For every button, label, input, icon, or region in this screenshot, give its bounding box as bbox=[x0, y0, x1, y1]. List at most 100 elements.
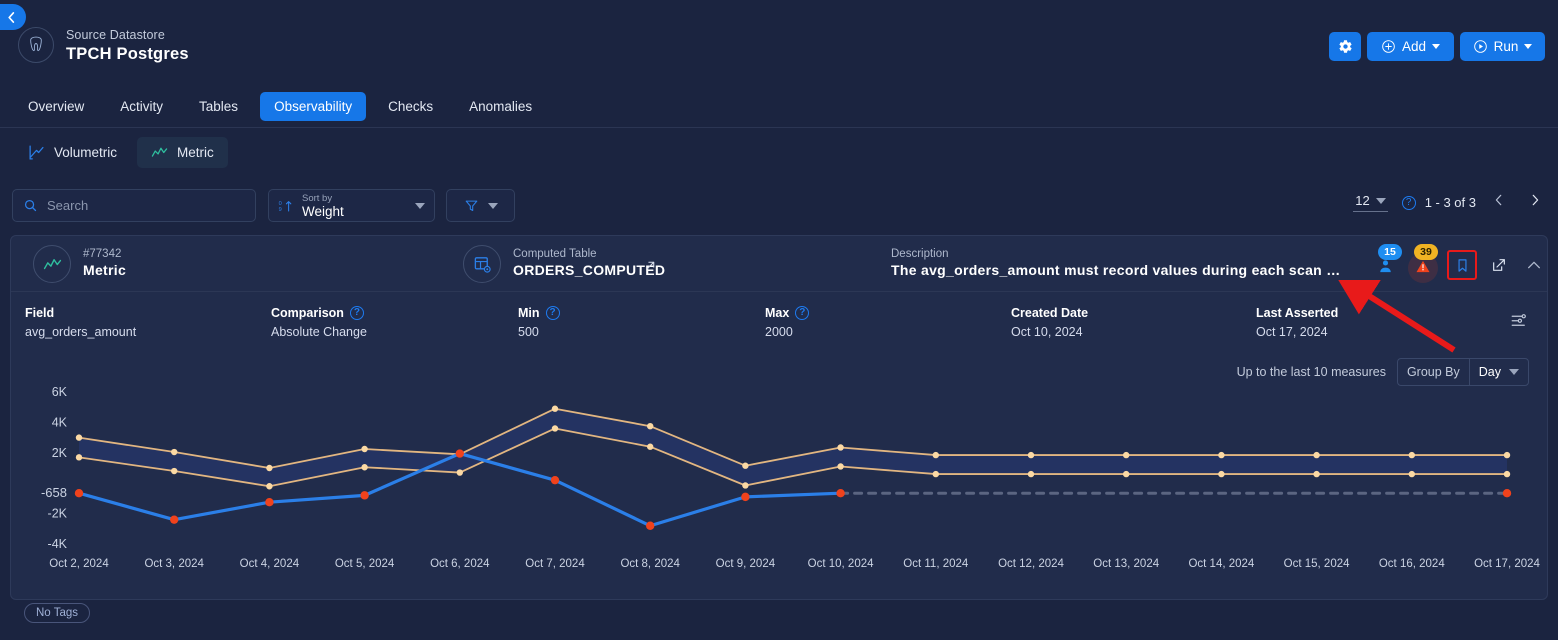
person-icon bbox=[1380, 260, 1391, 273]
metric-chart-icon bbox=[43, 258, 61, 269]
help-icon[interactable]: ? bbox=[349, 306, 364, 320]
x-axis-tick: Oct 15, 2024 bbox=[1283, 558, 1350, 570]
x-axis-tick: Oct 14, 2024 bbox=[1188, 558, 1255, 570]
top-bar: Source Datastore TPCH Postgres Add Run bbox=[0, 0, 1558, 82]
warning-triangle-icon bbox=[1416, 260, 1430, 273]
pagination-range: 1 - 3 of 3 bbox=[1424, 195, 1476, 210]
computed-table-icon bbox=[474, 256, 491, 273]
header-divider bbox=[0, 127, 1558, 128]
settings-button[interactable] bbox=[1329, 32, 1361, 61]
metric-card-header: #77342 Metric Computed Table ORDERS_COMP… bbox=[11, 236, 1547, 292]
play-circle-icon bbox=[1473, 40, 1487, 53]
detail-comparison-value: Absolute Change bbox=[271, 325, 367, 339]
detail-last-asserted-value: Oct 17, 2024 bbox=[1256, 325, 1328, 339]
plus-circle-icon bbox=[1382, 40, 1395, 53]
subtab-metric[interactable]: Metric bbox=[137, 137, 228, 168]
volumetric-chart-icon bbox=[29, 145, 44, 160]
x-axis-tick: Oct 16, 2024 bbox=[1378, 558, 1445, 570]
page-size-value: 12 bbox=[1355, 193, 1370, 208]
x-axis-tick: Oct 12, 2024 bbox=[998, 558, 1064, 570]
open-table-link[interactable] bbox=[644, 259, 657, 277]
chart-canvas: 6K 4K 2K -658 -2K -4K bbox=[41, 385, 1512, 551]
x-axis-tick: Oct 2, 2024 bbox=[49, 558, 109, 570]
detail-created-date-label: Created Date bbox=[1011, 306, 1089, 320]
tab-checks[interactable]: Checks bbox=[374, 92, 447, 121]
chevron-down-icon bbox=[1432, 44, 1441, 49]
run-button-label: Run bbox=[1493, 39, 1519, 54]
sort-icon: 0 9 bbox=[279, 200, 292, 213]
run-button[interactable]: Run bbox=[1460, 32, 1545, 61]
sliders-icon bbox=[1511, 314, 1526, 326]
chevron-down-icon bbox=[1509, 369, 1519, 375]
detail-min: Min ? 500 bbox=[518, 306, 560, 339]
detail-field-value: avg_orders_amount bbox=[25, 325, 137, 339]
detail-field: Field avg_orders_amount bbox=[25, 306, 136, 339]
chart-settings-button[interactable] bbox=[1507, 308, 1531, 332]
detail-last-asserted: Last Asserted Oct 17, 2024 bbox=[1256, 306, 1338, 339]
subtab-volumetric[interactable]: Volumetric bbox=[14, 137, 131, 168]
svg-text:2K: 2K bbox=[52, 446, 68, 460]
help-icon[interactable]: ? bbox=[795, 306, 810, 320]
edit-icon bbox=[1493, 259, 1505, 271]
page-size-select[interactable]: 12 bbox=[1353, 193, 1388, 212]
svg-text:-658: -658 bbox=[41, 485, 67, 500]
computed-table-label: Computed Table bbox=[513, 248, 597, 260]
detail-last-asserted-label: Last Asserted bbox=[1256, 306, 1339, 320]
add-button[interactable]: Add bbox=[1367, 32, 1454, 61]
bookmark-button[interactable] bbox=[1447, 250, 1477, 280]
datastore-avatar bbox=[18, 27, 54, 63]
back-button[interactable] bbox=[0, 4, 26, 30]
observability-page: Source Datastore TPCH Postgres Add Run O… bbox=[0, 0, 1558, 640]
sort-by-select[interactable]: 0 9 Sort by Weight bbox=[268, 189, 435, 222]
tags-chip[interactable]: No Tags bbox=[24, 603, 90, 623]
description-value: The avg_orders_amount must record values… bbox=[891, 262, 1346, 278]
svg-text:-4K: -4K bbox=[48, 537, 68, 551]
pagination-next-button[interactable] bbox=[1528, 193, 1542, 212]
detail-max: Max ? 2000 bbox=[765, 306, 810, 339]
metric-type-avatar bbox=[33, 245, 71, 283]
filter-button[interactable] bbox=[446, 189, 515, 222]
metric-card: #77342 Metric Computed Table ORDERS_COMP… bbox=[10, 235, 1548, 600]
tab-overview[interactable]: Overview bbox=[14, 92, 98, 121]
collapse-card-button[interactable] bbox=[1521, 250, 1547, 280]
chevron-down-icon bbox=[1375, 197, 1386, 204]
x-axis-tick: Oct 3, 2024 bbox=[144, 558, 204, 570]
datastore-heading: Source Datastore TPCH Postgres bbox=[66, 28, 189, 64]
x-axis-tick: Oct 11, 2024 bbox=[903, 558, 969, 570]
edit-button[interactable] bbox=[1486, 250, 1512, 280]
chevron-left-icon bbox=[1495, 194, 1502, 206]
svg-text:4K: 4K bbox=[52, 415, 68, 429]
chevron-down-icon bbox=[415, 202, 425, 209]
assignee-badge[interactable]: 15 bbox=[1373, 244, 1402, 282]
description-label: Description bbox=[891, 248, 949, 260]
search-placeholder: Search bbox=[47, 198, 89, 213]
tab-tables[interactable]: Tables bbox=[185, 92, 252, 121]
measures-note: Up to the last 10 measures bbox=[1236, 365, 1386, 379]
x-axis-tick: Oct 17, 2024 bbox=[1474, 558, 1540, 570]
pagination: 12 ? 1 - 3 of 3 bbox=[1353, 193, 1542, 212]
external-link-icon bbox=[646, 261, 655, 270]
pagination-prev-button[interactable] bbox=[1492, 193, 1506, 212]
metric-chart: 6K 4K 2K -658 -2K -4K bbox=[11, 384, 1549, 559]
tab-observability[interactable]: Observability bbox=[260, 91, 367, 121]
search-input[interactable]: Search bbox=[12, 189, 256, 222]
detail-created-date-value: Oct 10, 2024 bbox=[1011, 325, 1083, 339]
group-by-select[interactable]: Group By Day bbox=[1396, 358, 1529, 386]
detail-max-label: Max bbox=[765, 306, 790, 320]
x-axis-tick: Oct 7, 2024 bbox=[525, 558, 585, 570]
tab-activity[interactable]: Activity bbox=[106, 92, 177, 121]
tab-anomalies[interactable]: Anomalies bbox=[455, 92, 546, 121]
x-axis-tick: Oct 8, 2024 bbox=[620, 558, 680, 570]
chart-grouping-controls: Up to the last 10 measures Group By Day bbox=[1237, 358, 1529, 386]
metric-chart-icon bbox=[151, 147, 168, 157]
metric-card-actions: 15 39 bbox=[1373, 244, 1547, 283]
anomaly-badge[interactable]: 39 bbox=[1408, 244, 1438, 283]
group-by-value: Day bbox=[1478, 365, 1501, 379]
detail-comparison-label: Comparison bbox=[271, 306, 344, 320]
x-axis-tick: Oct 5, 2024 bbox=[334, 558, 395, 570]
computed-table-identity: Computed Table ORDERS_COMPUTED bbox=[513, 248, 665, 278]
computed-table-name: ORDERS_COMPUTED bbox=[513, 262, 666, 278]
help-icon[interactable]: ? bbox=[1401, 195, 1416, 210]
help-icon[interactable]: ? bbox=[545, 306, 560, 320]
detail-min-value: 500 bbox=[518, 325, 539, 339]
